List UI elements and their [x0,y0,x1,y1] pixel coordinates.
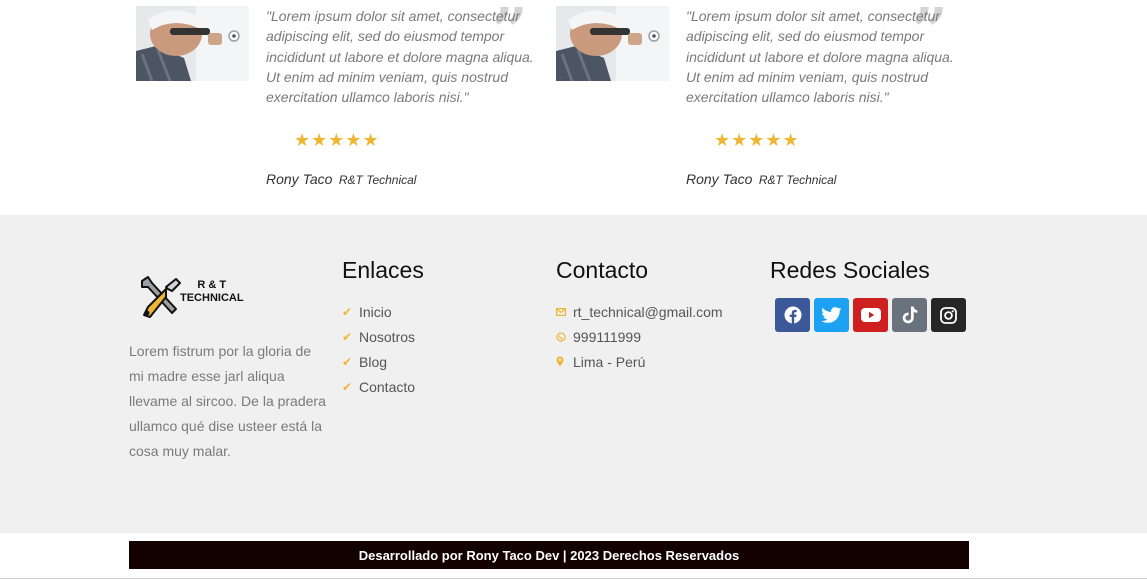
star-rating: ★★★★★ [714,130,800,150]
tiktok-icon [902,306,917,324]
footer-contact-list: rt_technical@gmail.com 999111999 Lima - … [556,299,723,374]
instagram-icon [940,306,957,324]
contact-heading: Contacto [556,257,649,283]
star-rating: ★★★★★ [294,130,380,150]
instagram-button[interactable] [931,298,966,332]
twitter-button[interactable] [814,298,849,332]
testimonial-photo [136,6,249,81]
social-links [775,298,966,332]
twitter-icon [821,307,842,323]
author-name: Rony Taco [686,171,753,187]
links-heading: Enlaces [342,257,424,283]
contact-location: Lima - Perú [556,349,723,374]
testimonials-section: ” "Lorem ipsum dolor sit amet, consectet… [0,0,1147,215]
check-icon: ✔ [342,379,353,394]
testimonial-card: ” "Lorem ipsum dolor sit amet, consectet… [556,0,956,206]
testimonial-author: Rony Taco R&T Technical [686,171,836,189]
check-icon: ✔ [342,329,353,344]
brand-logo[interactable]: R & T TECHNICAL [136,273,256,323]
author-company: R&T Technical [338,173,417,187]
copyright-text: Desarrollado por Rony Taco Dev | 2023 De… [129,541,969,569]
author-name: Rony Taco [266,171,333,187]
whatsapp-icon [556,331,573,342]
footer-links-list: ✔ Inicio ✔ Nosotros ✔ Blog ✔ Contacto [342,299,415,399]
testimonial-card: ” "Lorem ipsum dolor sit amet, consectet… [136,0,536,206]
footer-link-contacto[interactable]: ✔ Contacto [342,374,415,399]
map-marker-icon [556,356,573,367]
testimonial-author: Rony Taco R&T Technical [266,171,416,189]
bottom-divider [0,578,1147,579]
copyright-bar: Desarrollado por Rony Taco Dev | 2023 De… [0,533,1147,581]
check-icon: ✔ [342,354,353,369]
footer-link-nosotros[interactable]: ✔ Nosotros [342,324,415,349]
site-footer: R & T TECHNICAL Lorem fistrum por la glo… [0,215,1147,533]
testimonial-quote: "Lorem ipsum dolor sit amet, consectetur… [266,8,534,106]
footer-about-text: Lorem fistrum por la gloria de mi madre … [129,343,326,459]
author-company: R&T Technical [758,173,837,187]
check-icon: ✔ [342,304,353,319]
footer-link-inicio[interactable]: ✔ Inicio [342,299,415,324]
testimonial-quote: "Lorem ipsum dolor sit amet, consectetur… [686,8,954,106]
envelope-icon [556,307,573,316]
tools-logo-icon [141,276,181,318]
youtube-icon [860,308,881,322]
facebook-icon [784,306,801,324]
contact-phone[interactable]: 999111999 [556,324,723,349]
footer-link-blog[interactable]: ✔ Blog [342,349,415,374]
youtube-button[interactable] [853,298,888,332]
testimonial-photo [556,6,669,81]
contact-email[interactable]: rt_technical@gmail.com [556,299,723,324]
facebook-button[interactable] [775,298,810,332]
tiktok-button[interactable] [892,298,927,332]
brand-name: R & T TECHNICAL [180,279,244,304]
social-heading: Redes Sociales [770,257,930,283]
